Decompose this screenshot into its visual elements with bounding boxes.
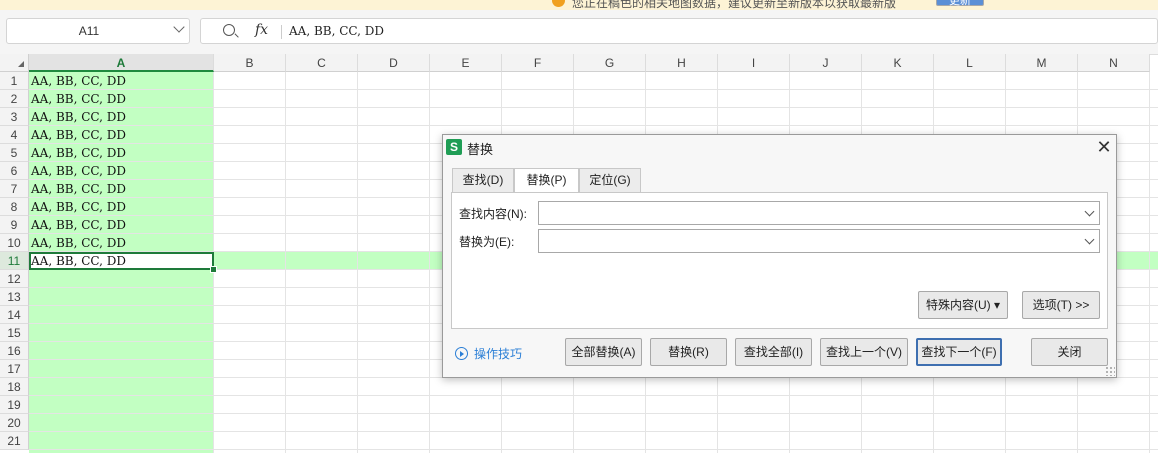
close-button[interactable]: 关闭: [1031, 338, 1108, 366]
replace-input[interactable]: [538, 229, 1100, 253]
chevron-down-icon[interactable]: [1084, 234, 1095, 245]
cell-a9[interactable]: AA, BB, CC, DD: [31, 216, 126, 234]
grid-hline: [29, 125, 1158, 126]
row-header-11[interactable]: 11: [0, 252, 29, 270]
replace-dialog: S 替换 ✕ 查找(D) 替换(P) 定位(G) 查找内容(N): 替换为(E)…: [442, 134, 1117, 378]
chevron-down-icon[interactable]: [1084, 206, 1095, 217]
column-header-n[interactable]: N: [1078, 54, 1150, 72]
tips-link[interactable]: 操作技巧: [474, 345, 522, 362]
row-header-21[interactable]: 21: [0, 432, 29, 450]
row-header-19[interactable]: 19: [0, 396, 29, 414]
fill-handle[interactable]: [210, 266, 217, 273]
dialog-title: 替换: [467, 142, 494, 157]
row-header-2[interactable]: 2: [0, 90, 29, 108]
cell-a6[interactable]: AA, BB, CC, DD: [31, 162, 126, 180]
name-box-value: A11: [78, 24, 100, 38]
column-header-i[interactable]: I: [718, 54, 790, 72]
column-header-b[interactable]: B: [214, 54, 286, 72]
row-header-10[interactable]: 10: [0, 234, 29, 252]
cell-a10[interactable]: AA, BB, CC, DD: [31, 234, 126, 252]
update-notice-text: 您正在稿色的相关地图数据，建议更新至新版本以获取最新版: [572, 0, 897, 10]
cell-a7[interactable]: AA, BB, CC, DD: [31, 180, 126, 198]
column-header-g[interactable]: G: [574, 54, 646, 72]
warning-icon: [552, 0, 565, 7]
close-icon[interactable]: ✕: [1094, 137, 1114, 157]
chevron-down-icon[interactable]: [173, 21, 185, 33]
row-header-9[interactable]: 9: [0, 216, 29, 234]
row-header-14[interactable]: 14: [0, 306, 29, 324]
grid-hline: [29, 395, 1158, 396]
tab-replace[interactable]: 替换(P): [514, 168, 579, 193]
active-cell-text[interactable]: AA, BB, CC, DD: [31, 252, 126, 270]
row-header-6[interactable]: 6: [0, 162, 29, 180]
grid-hline: [29, 413, 1158, 414]
name-box[interactable]: A11: [6, 18, 190, 44]
cell-a5[interactable]: AA, BB, CC, DD: [31, 144, 126, 162]
find-input[interactable]: [538, 201, 1100, 225]
grid-hline: [29, 449, 1158, 450]
row-header-5[interactable]: 5: [0, 144, 29, 162]
replace-button[interactable]: 替换(R): [650, 338, 727, 366]
tab-goto[interactable]: 定位(G): [579, 168, 641, 192]
replace-label: 替换为(E):: [459, 235, 515, 249]
find-label: 查找内容(N):: [459, 207, 527, 221]
cell-a2[interactable]: AA, BB, CC, DD: [31, 90, 126, 108]
column-header-e[interactable]: E: [430, 54, 502, 72]
update-notice-bar: 您正在稿色的相关地图数据，建议更新至新版本以获取最新版 更新: [0, 0, 1158, 10]
row-header-13[interactable]: 13: [0, 288, 29, 306]
zoom-icon[interactable]: [223, 24, 235, 36]
resize-grip-icon[interactable]: [1105, 366, 1115, 376]
row-header-12[interactable]: 12: [0, 270, 29, 288]
cell-a8[interactable]: AA, BB, CC, DD: [31, 198, 126, 216]
find-all-button[interactable]: 查找全部(I): [735, 338, 812, 366]
row-header-18[interactable]: 18: [0, 378, 29, 396]
formula-separator: [281, 25, 282, 39]
find-previous-button[interactable]: 查找上一个(V): [820, 338, 908, 366]
column-header-d[interactable]: D: [358, 54, 430, 72]
grid-hline: [29, 107, 1158, 108]
column-header-c[interactable]: C: [286, 54, 358, 72]
row-header-16[interactable]: 16: [0, 342, 29, 360]
row-header-8[interactable]: 8: [0, 198, 29, 216]
row-header-17[interactable]: 17: [0, 360, 29, 378]
tab-find[interactable]: 查找(D): [452, 168, 514, 192]
grid-hline: [29, 431, 1158, 432]
formula-input[interactable]: fx AA, BB, CC, DD: [200, 18, 1158, 44]
row-header-20[interactable]: 20: [0, 414, 29, 432]
options-button[interactable]: 选项(T) >>: [1022, 291, 1100, 319]
replace-panel: 查找内容(N): 替换为(E): 特殊内容(U) ▾ 选项(T) >>: [451, 192, 1108, 329]
grid-hline: [29, 89, 1158, 90]
app-logo-icon: S: [446, 139, 462, 155]
update-button[interactable]: 更新: [936, 0, 984, 7]
row-header-3[interactable]: 3: [0, 108, 29, 126]
formula-content[interactable]: AA, BB, CC, DD: [289, 24, 384, 38]
column-header-a[interactable]: A: [29, 54, 214, 72]
cell-a4[interactable]: AA, BB, CC, DD: [31, 126, 126, 144]
column-header-h[interactable]: H: [646, 54, 718, 72]
column-header-k[interactable]: K: [862, 54, 934, 72]
row-header-4[interactable]: 4: [0, 126, 29, 144]
select-all-corner[interactable]: [0, 54, 29, 72]
formula-bar: A11 fx AA, BB, CC, DD: [0, 10, 1158, 55]
replace-all-button[interactable]: 全部替换(A): [565, 338, 642, 366]
column-header-l[interactable]: L: [934, 54, 1006, 72]
row-header-15[interactable]: 15: [0, 324, 29, 342]
column-header-f[interactable]: F: [502, 54, 574, 72]
cell-a1[interactable]: AA, BB, CC, DD: [31, 72, 126, 90]
column-header-m[interactable]: M: [1006, 54, 1078, 72]
find-next-button[interactable]: 查找下一个(F): [916, 338, 1002, 366]
play-circle-icon[interactable]: [455, 347, 468, 360]
row-header-1[interactable]: 1: [0, 72, 29, 90]
fx-icon[interactable]: fx: [255, 22, 268, 38]
special-content-button[interactable]: 特殊内容(U) ▾: [918, 291, 1008, 319]
column-header-j[interactable]: J: [790, 54, 862, 72]
row-header-7[interactable]: 7: [0, 180, 29, 198]
cell-a3[interactable]: AA, BB, CC, DD: [31, 108, 126, 126]
